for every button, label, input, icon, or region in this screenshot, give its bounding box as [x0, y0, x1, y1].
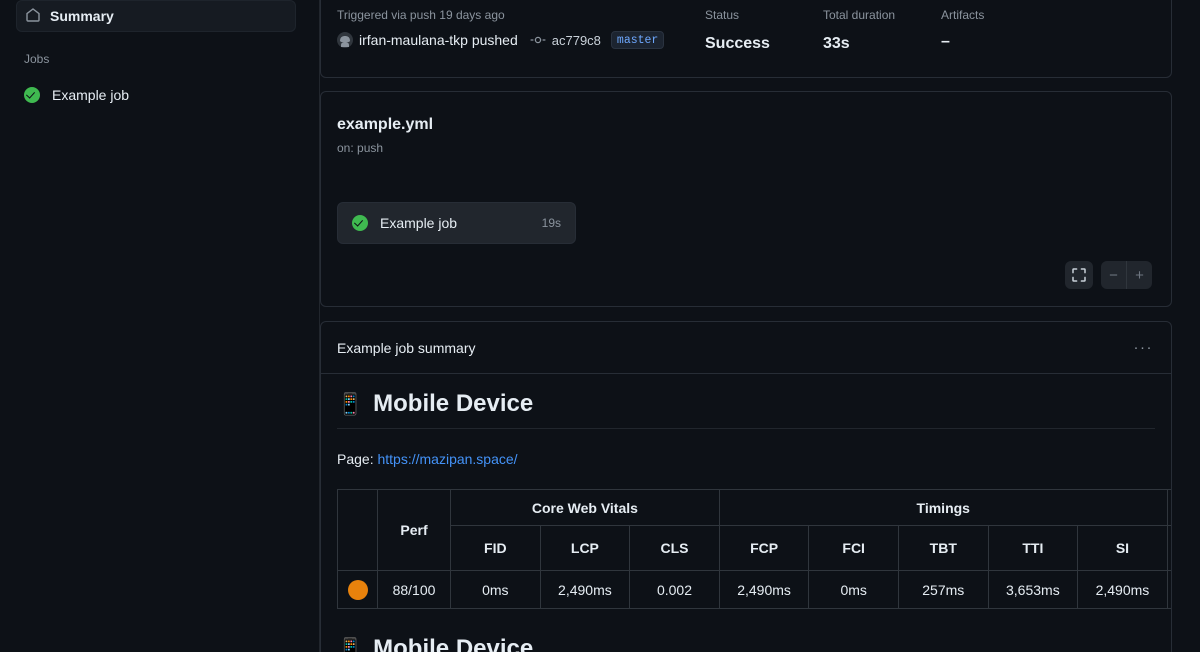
zoom-controls: − + — [1101, 261, 1152, 289]
workflow-file-name: example.yml — [337, 116, 434, 133]
cell-si: 2,490ms — [1077, 570, 1168, 609]
page-url-line: Page: https://mazipan.space/ — [337, 451, 1155, 467]
workflow-trigger: on: push — [337, 141, 384, 155]
th-fid: FID — [450, 525, 541, 571]
run-header-card: Triggered via push 19 days ago irfan-mau… — [320, 0, 1172, 78]
th-score-dot — [337, 489, 378, 571]
check-circle-green-icon — [352, 215, 368, 231]
trigger-actor-line: irfan-maulana-tkp pushed ac779c8 master — [337, 31, 705, 49]
artifacts-value: – — [941, 33, 950, 50]
metrics-table-head: Perf Core Web Vitals Timings Resources F… — [337, 489, 1171, 571]
th-group-timings: Timings — [718, 489, 1168, 526]
workflow-run-page: Summary Jobs Example job Triggered via p… — [0, 0, 1200, 652]
artifacts-column: Artifacts – — [941, 7, 1059, 51]
duration-label: Total duration — [823, 8, 896, 22]
orange-score-dot-icon — [347, 579, 368, 600]
status-column: Status Success — [705, 7, 823, 55]
job-summary-body: 📱 Mobile Device Page: https://mazipan.sp… — [321, 374, 1171, 652]
status-label: Status — [705, 8, 740, 22]
trigger-label: Triggered via push 19 days ago — [337, 8, 505, 22]
more-options-icon[interactable]: ··· — [1132, 339, 1156, 357]
run-meta-row: Triggered via push 19 days ago irfan-mau… — [337, 7, 1155, 55]
th-perf: Perf — [377, 489, 451, 571]
avatar — [337, 32, 353, 48]
th-fcp: FCP — [718, 525, 810, 571]
th-resources-count: Resources Count — [1166, 525, 1171, 571]
main-content: Triggered via push 19 days ago irfan-mau… — [320, 0, 1200, 652]
cell-cls: 0.002 — [629, 570, 720, 609]
graph-job-node[interactable]: Example job 19s — [337, 202, 576, 244]
graph-job-duration: 19s — [541, 216, 561, 230]
th-tti: TTI — [987, 525, 1079, 571]
sidebar-job-label: Example job — [52, 87, 130, 103]
zoom-in-button[interactable]: + — [1127, 261, 1152, 289]
actor-name[interactable]: irfan-maulana-tkp pushed — [359, 32, 518, 48]
home-icon — [25, 7, 41, 26]
zoom-out-button[interactable]: − — [1101, 261, 1126, 289]
cell-resources-count: 45ms — [1166, 570, 1171, 609]
th-lcp: LCP — [539, 525, 631, 571]
th-tbt: TBT — [897, 525, 989, 571]
cell-lcp: 2,490ms — [539, 570, 631, 609]
sidebar-item-example-job[interactable]: Example job — [8, 87, 311, 103]
heading-text: Mobile Device — [373, 635, 534, 652]
commit-sha[interactable]: ac779c8 — [552, 33, 601, 48]
th-cls: CLS — [629, 525, 720, 571]
cell-tti: 3,653ms — [987, 570, 1079, 609]
cell-perf: 88/100 — [377, 570, 451, 609]
job-summary-card: Example job summary ··· 📱 Mobile Device … — [320, 321, 1172, 652]
th-si: SI — [1077, 525, 1168, 571]
cell-fci: 0ms — [808, 570, 899, 609]
artifacts-label: Artifacts — [941, 8, 985, 22]
sidebar-summary-label: Summary — [50, 8, 114, 24]
sidebar: Summary Jobs Example job — [0, 0, 320, 652]
job-summary-header: Example job summary ··· — [321, 322, 1171, 374]
th-group-core-web-vitals: Core Web Vitals — [450, 489, 720, 526]
check-circle-green-icon — [24, 87, 40, 103]
section-heading-mobile-device-2: 📱 Mobile Device — [337, 635, 1155, 652]
heading-text: Mobile Device — [373, 390, 534, 417]
cell-tbt: 257ms — [897, 570, 989, 609]
branch-badge[interactable]: master — [610, 31, 665, 49]
commit-icon — [530, 32, 546, 48]
section-heading-mobile-device-1: 📱 Mobile Device — [337, 390, 1155, 429]
metrics-group-header-row: Perf Core Web Vitals Timings Resources — [337, 489, 1171, 571]
cell-score-dot — [337, 570, 378, 609]
metrics-sub-header-row: FID LCP CLS FCP FCI TBT TTI SI Resources… — [338, 525, 1171, 571]
cell-fid: 0ms — [450, 570, 541, 609]
mobile-phone-icon: 📱 — [337, 392, 364, 416]
metrics-table: Perf Core Web Vitals Timings Resources F… — [337, 489, 1171, 609]
fullscreen-icon[interactable] — [1065, 261, 1093, 289]
metrics-table-body: 88/100 0ms 2,490ms 0.002 2,490ms 0ms 257… — [337, 570, 1171, 609]
graph-controls: − + — [1065, 261, 1152, 289]
cell-fcp: 2,490ms — [718, 570, 810, 609]
graph-job-label: Example job — [380, 215, 458, 231]
job-summary-title: Example job summary — [337, 339, 476, 356]
mobile-phone-icon: 📱 — [337, 637, 364, 652]
page-label: Page: — [337, 451, 374, 467]
table-row: 88/100 0ms 2,490ms 0.002 2,490ms 0ms 257… — [337, 570, 1171, 609]
duration-value: 33s — [823, 35, 850, 52]
th-group-resources: Resources — [1166, 489, 1171, 526]
workflow-graph-card: example.yml on: push Example job 19s − + — [320, 91, 1172, 307]
status-value: Success — [705, 35, 770, 52]
th-fci: FCI — [808, 525, 899, 571]
sidebar-item-summary[interactable]: Summary — [16, 0, 296, 32]
duration-column: Total duration 33s — [823, 7, 941, 55]
sidebar-jobs-label: Jobs — [24, 52, 50, 66]
page-url-link[interactable]: https://mazipan.space/ — [377, 451, 517, 467]
trigger-column: Triggered via push 19 days ago irfan-mau… — [337, 7, 705, 49]
